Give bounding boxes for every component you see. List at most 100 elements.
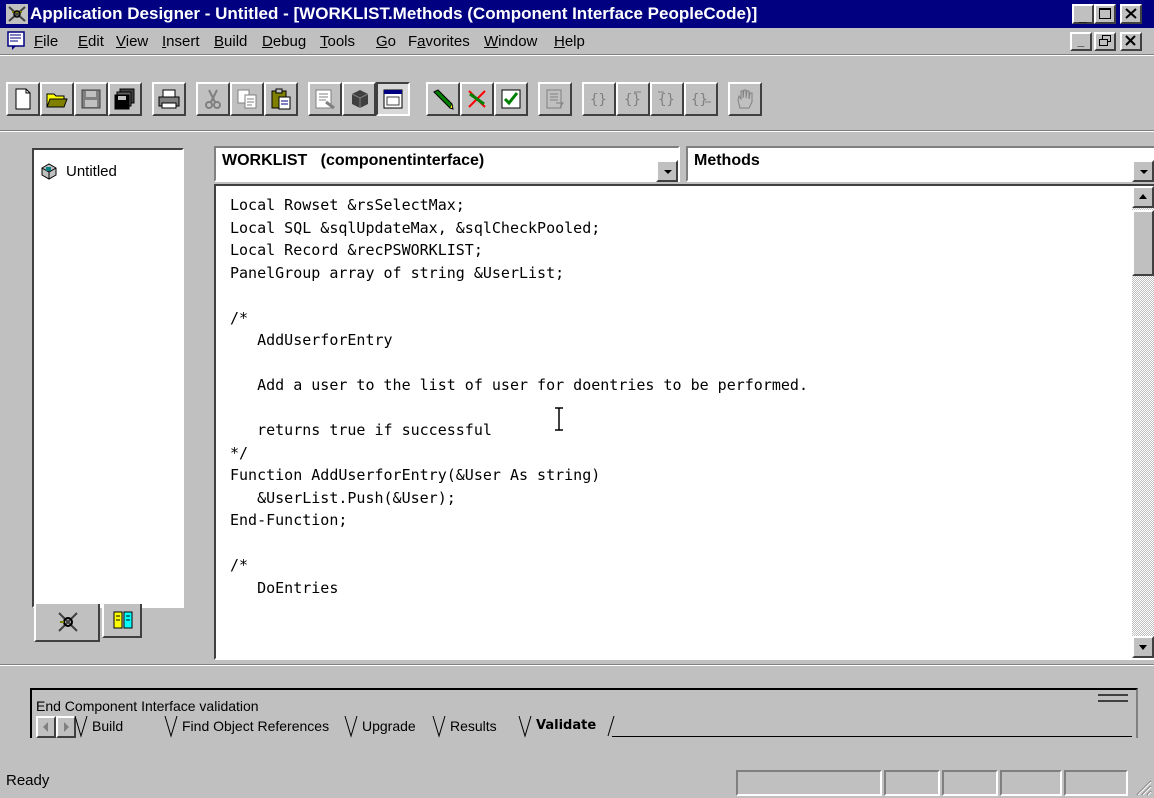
validate-syntax-button[interactable] xyxy=(426,82,460,116)
tab-scroll-left-button[interactable] xyxy=(36,716,56,738)
new-button[interactable] xyxy=(6,82,40,116)
copy-icon xyxy=(237,89,257,109)
object-combo-dropdown-button[interactable] xyxy=(656,160,678,182)
status-pane-5 xyxy=(1064,770,1128,796)
run-to-cursor-button[interactable]: {} xyxy=(684,82,718,116)
code-line: &UserList.Push(&User); xyxy=(230,488,456,507)
copy-button[interactable] xyxy=(230,82,264,116)
code-editor[interactable]: Local Rowset &rsSelectMax; Local SQL &sql… xyxy=(214,184,1154,660)
scroll-thumb[interactable] xyxy=(1132,210,1154,276)
open-folder-icon xyxy=(46,93,68,108)
output-message: End Component Interface validation xyxy=(36,698,259,714)
tab-scroll-right-button[interactable] xyxy=(56,716,76,738)
arrow-left-icon xyxy=(43,722,48,732)
document-icon[interactable] xyxy=(6,31,28,51)
validate-pen-icon xyxy=(433,89,454,110)
restore-icon xyxy=(1099,35,1111,46)
print-button[interactable] xyxy=(152,82,186,116)
menu-go[interactable]: Go xyxy=(376,33,396,50)
status-pane-1 xyxy=(736,770,882,796)
find-definition-icon xyxy=(467,89,487,109)
event-combo[interactable]: Methods xyxy=(686,146,1154,182)
code-area[interactable]: Local Rowset &rsSelectMax; Local SQL &sql… xyxy=(230,194,1130,658)
output-tab-find-object-references[interactable]: Find Object References xyxy=(182,718,329,734)
menu-file[interactable]: File xyxy=(34,33,58,50)
find-definition-button[interactable] xyxy=(460,82,494,116)
project-tree[interactable]: Untitled xyxy=(32,148,184,608)
code-line: Function AddUserforEntry(&User As string… xyxy=(230,466,601,484)
output-tab-build[interactable]: Build xyxy=(92,718,123,734)
output-tab-results[interactable]: Results xyxy=(450,718,497,734)
output-tab-upgrade[interactable]: Upgrade xyxy=(362,718,416,734)
doc-restore-button[interactable] xyxy=(1094,32,1116,51)
code-line: /* xyxy=(230,556,249,574)
step-out-button[interactable]: {} xyxy=(650,82,684,116)
vertical-scrollbar[interactable] xyxy=(1132,186,1154,658)
save-all-button[interactable] xyxy=(108,82,142,116)
step-into-button[interactable]: {} xyxy=(582,82,616,116)
break-button[interactable] xyxy=(728,82,762,116)
maximize-button[interactable] xyxy=(1094,4,1116,24)
step-over-button[interactable]: {} xyxy=(616,82,650,116)
insert-definition-button[interactable] xyxy=(538,82,572,116)
doc-minimize-button[interactable]: _ xyxy=(1070,32,1092,51)
check-button[interactable] xyxy=(494,82,528,116)
properties-button[interactable] xyxy=(308,82,342,116)
application-designer-icon xyxy=(6,4,28,24)
menu-view[interactable]: View xyxy=(116,33,148,50)
status-text: Ready xyxy=(6,772,50,789)
scroll-up-button[interactable] xyxy=(1132,186,1154,208)
cut-button[interactable] xyxy=(196,82,230,116)
tab-divider xyxy=(607,716,615,737)
code-line: Local SQL &sqlUpdateMax, &sqlCheckPooled… xyxy=(230,218,601,237)
output-window-icon xyxy=(383,89,403,109)
output-tabs: Build Find Object References Upgrade Result… xyxy=(32,716,1140,740)
code-line: PanelGroup array of string &UserList; xyxy=(230,263,565,282)
workspace-icon xyxy=(351,90,369,108)
tab-divider xyxy=(74,716,88,738)
toolbar: {} {} {} {} xyxy=(6,56,960,130)
menu-insert[interactable]: Insert xyxy=(162,33,200,50)
run-to-cursor-icon: {} xyxy=(691,92,711,108)
project-workspace-button[interactable] xyxy=(342,82,376,116)
svg-text:{}: {} xyxy=(624,92,641,108)
open-button[interactable] xyxy=(40,82,74,116)
project-name: Untitled xyxy=(66,163,117,180)
svg-text:{}: {} xyxy=(691,92,708,108)
scroll-down-button[interactable] xyxy=(1132,636,1154,658)
arrow-up-icon xyxy=(1139,194,1147,199)
tab-divider xyxy=(518,716,532,738)
event-combo-value: Methods xyxy=(694,152,760,169)
menu-tools[interactable]: Tools xyxy=(320,33,355,50)
menu-favorites[interactable]: Favorites xyxy=(408,33,470,50)
object-combo[interactable]: WORKLIST (componentinterface) xyxy=(214,146,680,182)
doc-close-button[interactable] xyxy=(1120,32,1142,51)
output-window-grip[interactable] xyxy=(1098,694,1128,702)
output-window-button[interactable] xyxy=(376,82,410,116)
save-button[interactable] xyxy=(74,82,108,116)
title-bar[interactable]: Application Designer - Untitled - [WORKL… xyxy=(0,0,1154,28)
menu-debug[interactable]: Debug xyxy=(262,33,306,50)
menu-help[interactable]: Help xyxy=(554,33,585,50)
menu-build[interactable]: Build xyxy=(214,33,247,50)
step-out-icon: {} xyxy=(658,91,675,108)
chevron-down-icon xyxy=(1140,170,1148,174)
paste-button[interactable] xyxy=(264,82,298,116)
minimize-button[interactable]: _ xyxy=(1072,4,1094,24)
resize-grip-icon[interactable] xyxy=(1134,778,1152,796)
maximize-icon xyxy=(1099,8,1111,19)
menu-edit[interactable]: Edit xyxy=(78,33,104,50)
printer-icon xyxy=(158,89,180,109)
output-window: End Component Interface validation Build… xyxy=(30,688,1138,738)
development-tab[interactable] xyxy=(34,604,100,642)
upgrade-tab[interactable] xyxy=(102,604,142,638)
hand-stop-icon xyxy=(737,89,753,109)
event-combo-dropdown-button[interactable] xyxy=(1132,160,1154,182)
menu-window[interactable]: Window xyxy=(484,33,537,50)
close-button[interactable] xyxy=(1120,4,1142,24)
output-tab-validate[interactable]: Validate xyxy=(536,718,596,733)
close-icon xyxy=(1125,35,1136,46)
